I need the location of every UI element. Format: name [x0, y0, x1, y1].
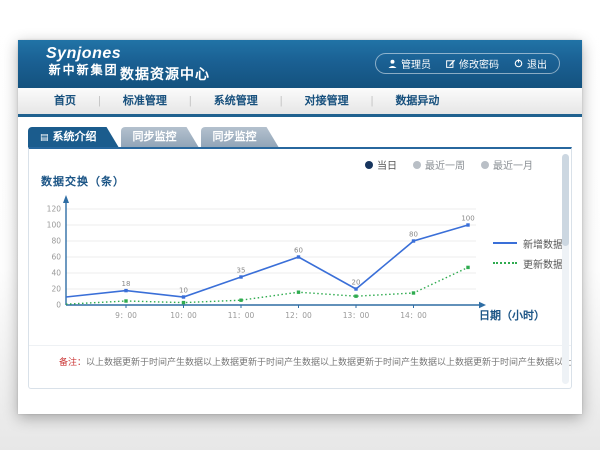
radio-last-month-label: 最近一月 — [493, 157, 533, 172]
page-title: 数据资源中心 — [120, 64, 210, 84]
line-chart: 0 20 40 60 80 100 120 9：00 10：00 11：00 12：00 13：00 1… — [37, 187, 557, 327]
footnote-prefix: 备注： — [59, 357, 86, 367]
svg-text:60: 60 — [51, 253, 61, 262]
svg-text:120: 120 — [47, 205, 62, 214]
admin-user-button[interactable]: 管理员 — [388, 56, 431, 71]
change-password-button[interactable]: 修改密码 — [446, 56, 499, 71]
svg-text:60: 60 — [294, 247, 303, 255]
svg-text:14：00: 14：00 — [400, 311, 427, 320]
svg-text:13：00: 13：00 — [343, 311, 370, 320]
svg-text:20: 20 — [352, 279, 361, 287]
chart-panel: 当日 最近一周 最近一月 数据交换（条） 0204060801001209：00… — [28, 147, 572, 389]
footnote-text: 以上数据更新于时间产生数据以上数据更新于时间产生数据以上数据更新于时间产生数据以… — [86, 357, 571, 367]
app-header: Synjones 新中新集团 数据资源中心 管理员 修改密码 退出 — [18, 40, 582, 88]
legend-item-updated-data[interactable]: 更新数据 — [493, 253, 563, 273]
svg-text:80: 80 — [409, 231, 418, 239]
radio-dot-icon — [365, 161, 373, 169]
company-logo: Synjones 新中新集团 — [46, 45, 121, 78]
svg-text:35: 35 — [237, 267, 246, 275]
radio-last-week[interactable]: 最近一周 — [413, 157, 465, 172]
user-icon — [388, 59, 397, 68]
document-icon: ▤ — [40, 132, 49, 142]
svg-text:12：00: 12：00 — [285, 311, 312, 320]
svg-text:18: 18 — [122, 280, 131, 288]
blue-line-sample-icon — [493, 242, 517, 244]
power-icon — [514, 59, 523, 68]
tab-sync-monitor-2[interactable]: 同步监控 — [201, 127, 279, 147]
svg-text:10：00: 10：00 — [170, 311, 197, 320]
radio-today-label: 当日 — [377, 157, 397, 172]
nav-item-home[interactable]: 首页 — [32, 88, 98, 114]
nav-item-standard-mgmt[interactable]: 标准管理 — [101, 88, 189, 114]
logo-text-en: Synjones — [46, 45, 121, 63]
tab-sync-monitor-1[interactable]: 同步监控 — [121, 127, 199, 147]
tab-bar: ▤ 系统介绍 同步监控 同步监控 — [28, 127, 582, 147]
svg-text:40: 40 — [51, 269, 61, 278]
svg-text:100: 100 — [47, 221, 62, 230]
legend-new-data-label: 新增数据 — [523, 236, 563, 251]
svg-text:20: 20 — [51, 285, 61, 294]
logout-label: 退出 — [527, 56, 547, 71]
svg-text:0: 0 — [56, 301, 61, 310]
tab-sync-monitor-1-label: 同步监控 — [133, 131, 177, 143]
radio-dot-icon — [413, 161, 421, 169]
logo-text-cn: 新中新集团 — [46, 63, 121, 78]
x-axis-title: 日期（小时） — [479, 307, 545, 323]
tab-system-intro-label: 系统介绍 — [53, 131, 97, 143]
nav-item-data-change[interactable]: 数据异动 — [373, 88, 461, 114]
radio-last-month[interactable]: 最近一月 — [481, 157, 533, 172]
app-window: Synjones 新中新集团 数据资源中心 管理员 修改密码 退出 — [18, 40, 582, 414]
vertical-scrollbar[interactable] — [562, 154, 569, 384]
tab-system-intro[interactable]: ▤ 系统介绍 — [28, 127, 119, 147]
user-menu: 管理员 修改密码 退出 — [375, 53, 560, 74]
svg-text:10: 10 — [179, 287, 188, 295]
legend-item-new-data[interactable]: 新增数据 — [493, 233, 563, 253]
admin-user-label: 管理员 — [401, 56, 431, 71]
green-dotted-sample-icon — [493, 262, 517, 264]
svg-text:11：00: 11：00 — [228, 311, 255, 320]
logout-button[interactable]: 退出 — [514, 56, 547, 71]
radio-last-week-label: 最近一周 — [425, 157, 465, 172]
legend-updated-data-label: 更新数据 — [523, 256, 563, 271]
footnote: 备注：以上数据更新于时间产生数据以上数据更新于时间产生数据以上数据更新于时间产生… — [29, 345, 571, 368]
change-password-label: 修改密码 — [459, 56, 499, 71]
svg-text:80: 80 — [51, 237, 61, 246]
tab-sync-monitor-2-label: 同步监控 — [213, 131, 257, 143]
scrollbar-thumb[interactable] — [562, 154, 569, 246]
svg-text:9：00: 9：00 — [115, 311, 137, 320]
time-range-filter: 当日 最近一周 最近一月 — [365, 157, 533, 172]
chart-legend: 新增数据 更新数据 — [493, 233, 563, 273]
nav-item-system-mgmt[interactable]: 系统管理 — [192, 88, 280, 114]
radio-today[interactable]: 当日 — [365, 157, 397, 172]
radio-dot-icon — [481, 161, 489, 169]
main-nav: 首页 | 标准管理 | 系统管理 | 对接管理 | 数据异动 — [18, 88, 582, 117]
nav-item-interface-mgmt[interactable]: 对接管理 — [283, 88, 371, 114]
edit-icon — [446, 59, 455, 68]
svg-text:100: 100 — [461, 215, 474, 223]
